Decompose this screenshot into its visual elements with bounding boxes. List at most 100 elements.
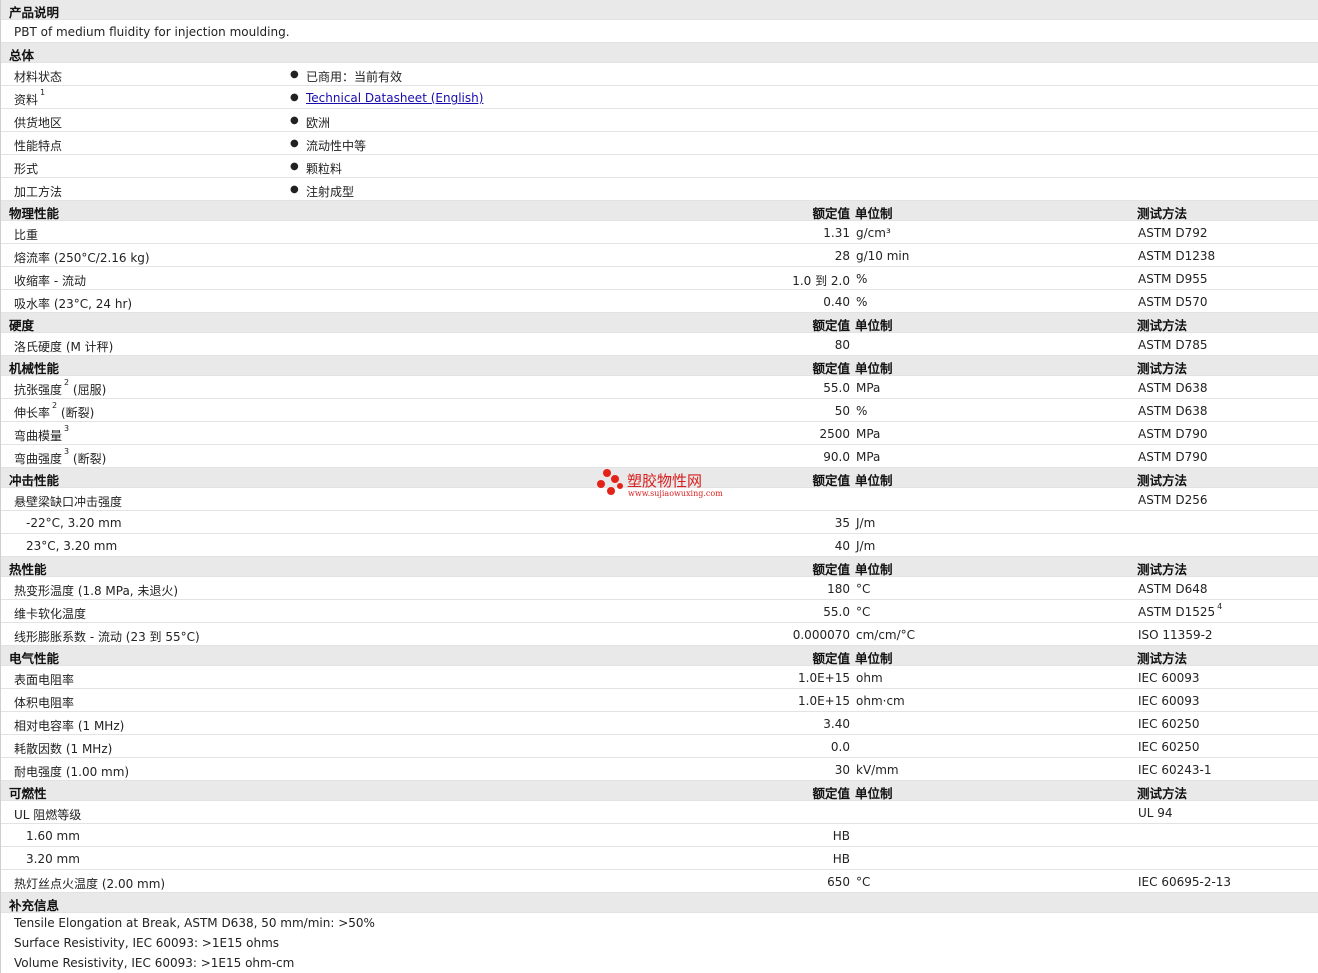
property-value: 650 (827, 875, 850, 889)
column-header-value: 额定值 (812, 361, 850, 376)
property-label-suffix: (断裂) (57, 406, 95, 420)
property-label-text: 1.60 mm (26, 829, 80, 843)
property-row: 热灯丝点火温度 (2.00 mm) 650 °C IEC 60695-2-13 (1, 870, 1318, 893)
property-value: 1.0 到 2.0 (792, 274, 850, 288)
test-method: ASTM D1238 (1138, 249, 1215, 263)
property-row: 吸水率 (23°C, 24 hr) 0.40% ASTM D570 (1, 290, 1318, 313)
property-label: -22°C, 3.20 mm (26, 516, 122, 530)
logo-dot (617, 483, 623, 489)
property-label: 洛氏硬度 (M 计秤) (14, 338, 113, 355)
test-method: ASTM D955 (1138, 272, 1207, 286)
logo-dot (603, 469, 611, 477)
general-label-text: 资料 (14, 93, 39, 107)
property-label: 线形膨胀系数 - 流动 (23 到 55°C) (14, 628, 200, 645)
property-label-text: 线形膨胀系数 - 流动 (23 到 55°C) (14, 630, 200, 644)
property-unit: °C (856, 605, 871, 619)
property-unit: % (856, 404, 868, 418)
bullet-icon: ● (290, 184, 299, 195)
test-method: UL 94 (1138, 806, 1173, 820)
test-method: ASTM D792 (1138, 226, 1207, 240)
section-title: 硬度 (9, 318, 35, 333)
property-label-text: 耗散因数 (1 MHz) (14, 742, 113, 756)
property-row: 收缩率 - 流动 1.0 到 2.0% ASTM D955 (1, 267, 1318, 290)
test-method: ASTM D570 (1138, 295, 1207, 309)
property-value: HB (832, 829, 850, 843)
test-method: ASTM D790 (1138, 427, 1207, 441)
test-method-text: UL 94 (1138, 806, 1173, 820)
property-label-text: 悬壁梁缺口冲击强度 (14, 495, 123, 509)
general-value: 欧洲 (306, 116, 331, 130)
property-label-text: 抗张强度 (14, 383, 63, 397)
column-header-value: 额定值 (812, 786, 850, 801)
test-method-text: ASTM D1525 (1138, 605, 1216, 619)
technical-datasheet-link[interactable]: Technical Datasheet (English) (306, 91, 483, 105)
property-row: 耗散因数 (1 MHz) 0.0 IEC 60250 (1, 735, 1318, 758)
section-title: 电气性能 (9, 651, 60, 666)
property-unit: MPa (856, 427, 881, 441)
test-method-text: IEC 60695-2-13 (1138, 875, 1232, 889)
property-label: 比重 (14, 226, 38, 243)
property-unit: MPa (856, 450, 881, 464)
property-label-text: 洛氏硬度 (M 计秤) (14, 340, 114, 354)
column-header-unit: 单位制 (855, 473, 893, 488)
property-row: 抗张强度2 (屈服) 55.0 MPa ASTM D638 (1, 376, 1318, 399)
supplemental-line: Tensile Elongation at Break, ASTM D638, … (1, 913, 1318, 933)
property-unit: % (856, 295, 868, 309)
column-header-value: 额定值 (812, 473, 850, 488)
column-header-unit: 单位制 (855, 651, 893, 666)
general-row: 性能特点 ● 流动性中等 (1, 132, 1318, 155)
logo-dot (607, 487, 615, 495)
property-label: 1.60 mm (26, 829, 80, 843)
property-value: 180 (827, 582, 850, 596)
section-title: 产品说明 (9, 5, 60, 20)
test-method: ISO 11359-2 (1138, 628, 1213, 642)
property-row: 线形膨胀系数 - 流动 (23 到 55°C) 0.000070 cm/cm/°C I… (1, 623, 1318, 646)
property-label: 熔流率 (250°C/2.16 kg) (14, 249, 150, 266)
test-method: ASTM D785 (1138, 338, 1207, 352)
section-header-mechanical: 机械性能 额定值 单位制 测试方法 (1, 356, 1318, 376)
property-label: 弯曲模量3 (14, 424, 69, 444)
section-title: 冲击性能 (9, 473, 60, 488)
test-method-text: ASTM D955 (1138, 272, 1208, 286)
description-text: PBT of medium fluidity for injection mou… (14, 25, 290, 39)
property-row: 弯曲模量3 2500 MPa ASTM D790 (1, 422, 1318, 445)
general-row: 加工方法 ● 注射成型 (1, 178, 1318, 201)
test-method: IEC 60093 (1138, 671, 1200, 685)
property-value: 50 (834, 404, 850, 418)
property-value: 55.0 (823, 381, 850, 395)
property-label-text: -22°C, 3.20 mm (26, 516, 122, 530)
test-method-text: IEC 60243-1 (1138, 763, 1212, 777)
property-unit: cm/cm/°C (856, 628, 916, 642)
property-label: 维卡软化温度 (14, 605, 86, 622)
watermark-url: www.sujiaowuxing.com (628, 489, 723, 498)
property-row: 耐电强度 (1.00 mm) 30 kV/mm IEC 60243-1 (1, 758, 1318, 781)
test-method-text: IEC 60093 (1138, 694, 1200, 708)
general-value: 注射成型 (306, 185, 355, 199)
column-header-unit: 单位制 (855, 562, 893, 577)
property-row: 3.20 mm HB (1, 847, 1318, 870)
bullet-icon: ● (290, 161, 299, 172)
general-row: 形式 ● 颗粒料 (1, 155, 1318, 178)
column-header-test-method: 测试方法 (1137, 361, 1188, 376)
test-method: ASTM D638 (1138, 404, 1207, 418)
property-label-text: UL 阻燃等级 (14, 808, 82, 822)
section-title: 可燃性 (9, 786, 47, 801)
property-row: 弯曲强度3 (断裂) 90.0 MPa ASTM D790 (1, 445, 1318, 468)
footnote-marker: 4 (1217, 602, 1223, 611)
property-label: 收缩率 - 流动 (14, 272, 86, 289)
property-value: 30 (834, 763, 850, 777)
property-label-text: 热变形温度 (1.8 MPa, 未退火) (14, 584, 179, 598)
section-header-physical: 物理性能 额定值 单位制 测试方法 (1, 201, 1318, 221)
property-label-text: 相对电容率 (1 MHz) (14, 719, 125, 733)
bullet-icon: ● (290, 138, 299, 149)
general-row: 材料状态 ● 已商用：当前有效 (1, 63, 1318, 86)
general-label: 资料1 (14, 88, 46, 108)
test-method: ASTM D790 (1138, 450, 1207, 464)
test-method-text: ASTM D792 (1138, 226, 1208, 240)
general-label: 供货地区 (14, 116, 63, 130)
column-header-test-method: 测试方法 (1137, 206, 1188, 221)
property-label-text: 3.20 mm (26, 852, 80, 866)
property-label-suffix: (屈服) (69, 383, 107, 397)
footnote-marker: 1 (40, 88, 46, 97)
property-label-text: 弯曲模量 (14, 429, 63, 443)
